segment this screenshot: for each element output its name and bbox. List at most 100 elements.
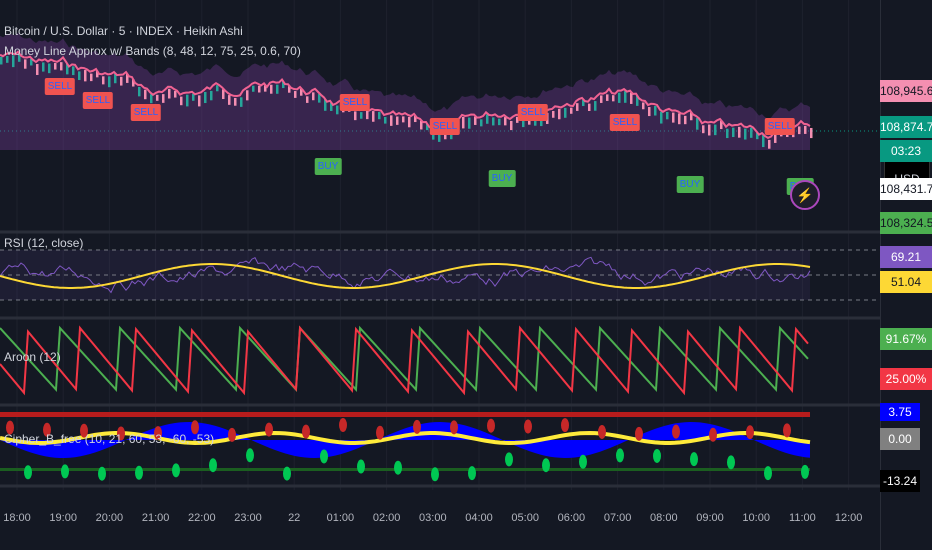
candle — [702, 125, 705, 134]
cipher-green-dot — [283, 466, 291, 481]
indicator-legend[interactable]: Money Line Approx w/ Bands (8, 48, 12, 7… — [4, 44, 301, 58]
candle — [366, 110, 369, 120]
cipher-green-dot — [209, 458, 217, 473]
candle — [168, 88, 171, 99]
candle — [594, 101, 597, 111]
aroon-down-tag: 25.00% — [880, 368, 932, 390]
cipher-green-dot — [690, 452, 698, 467]
candle — [216, 85, 219, 92]
cipher-green-dot — [320, 449, 328, 464]
cipher-v2-tag: 0.00 — [880, 428, 920, 450]
candle — [558, 108, 561, 120]
aroon-legend[interactable]: Aroon (12) — [4, 350, 61, 364]
candle — [240, 97, 243, 107]
sell-signal: SELL — [44, 78, 76, 95]
time-label: 03:00 — [419, 512, 447, 524]
candle — [198, 95, 201, 107]
candle — [510, 120, 513, 131]
time-label: 22:00 — [188, 512, 216, 524]
candle — [102, 76, 105, 85]
cipher-green-dot — [61, 464, 69, 479]
candle — [672, 112, 675, 123]
candle — [618, 92, 621, 103]
candle — [294, 91, 297, 98]
cipher-red-dot — [265, 422, 273, 437]
candle — [666, 111, 669, 120]
cipher-red-dot — [635, 426, 643, 441]
candle — [54, 63, 57, 70]
candle — [228, 95, 231, 105]
candle — [276, 84, 279, 94]
candle — [498, 118, 501, 126]
cipher-green-dot — [505, 452, 513, 467]
time-label: 09:00 — [696, 512, 724, 524]
candle — [174, 91, 177, 98]
cipher-ob-line — [0, 412, 810, 417]
cipher-green-dot — [98, 466, 106, 481]
cipher-red-dot — [228, 427, 236, 442]
candle — [810, 127, 813, 139]
time-label: 22 — [288, 512, 301, 524]
cipher-red-dot — [561, 418, 569, 433]
aroon-up-tag: 91.67% — [880, 328, 932, 350]
candle — [24, 59, 27, 69]
candle — [138, 86, 141, 97]
candle — [588, 103, 591, 111]
candle — [564, 107, 567, 118]
candle — [768, 139, 771, 149]
candle — [210, 90, 213, 101]
candle — [192, 93, 195, 101]
candle — [390, 115, 393, 126]
cipher-red-dot — [598, 424, 606, 439]
buy-signal: BUY — [488, 170, 516, 187]
sell-signal: SELL — [429, 118, 461, 135]
cipher-red-dot — [376, 425, 384, 440]
sell-signal: SELL — [517, 104, 549, 121]
time-label: 10:00 — [742, 512, 770, 524]
price-tag: 108,945.62 — [880, 80, 932, 102]
time-label: 01:00 — [326, 512, 355, 524]
candle — [798, 126, 801, 135]
time-label: 21:00 — [141, 512, 170, 524]
candle — [48, 63, 51, 74]
candle — [378, 112, 381, 120]
sell-signal: SELL — [339, 94, 371, 111]
candle — [42, 62, 45, 72]
candle — [576, 103, 579, 111]
lightning-icon[interactable]: ⚡ — [790, 180, 820, 210]
rsi-ma-tag: 51.04 — [880, 271, 932, 293]
candle — [468, 117, 471, 129]
candle — [84, 70, 87, 82]
cipher-red-dot — [709, 427, 717, 442]
candle — [504, 117, 507, 126]
cipher-red-dot — [746, 425, 754, 440]
candle — [270, 84, 273, 94]
rsi-value-tag: 69.21 — [880, 246, 932, 268]
candle — [660, 111, 663, 124]
cipher-red-dot — [487, 418, 495, 433]
candle — [408, 116, 411, 128]
candle — [372, 111, 375, 122]
buy-signal: BUY — [676, 176, 704, 193]
candle — [246, 90, 249, 101]
candle — [36, 64, 39, 75]
candle — [480, 119, 483, 127]
cipher-green-dot — [653, 448, 661, 463]
candle — [612, 95, 615, 102]
candle — [732, 127, 735, 138]
cipher-os-line — [0, 468, 810, 471]
cipher-green-dot — [542, 458, 550, 473]
cipher-green-dot — [616, 448, 624, 463]
cipher-legend[interactable]: Cipher_B_free (10, 21, 60, 53, -60, -53) — [4, 432, 214, 446]
price-tag: 108,324.55 — [880, 212, 932, 234]
time-label: 04:00 — [465, 512, 493, 524]
time-label: 02:00 — [372, 512, 401, 524]
time-label: 08:00 — [650, 512, 678, 524]
symbol-title: Bitcoin / U.S. Dollar · 5 · INDEX · Heik… — [4, 24, 243, 38]
sell-signal: SELL — [609, 114, 641, 131]
cipher-red-dot — [524, 419, 532, 434]
candle — [462, 116, 465, 129]
rsi-legend[interactable]: RSI (12, close) — [4, 236, 83, 250]
candle — [156, 94, 159, 101]
candle — [78, 71, 81, 81]
